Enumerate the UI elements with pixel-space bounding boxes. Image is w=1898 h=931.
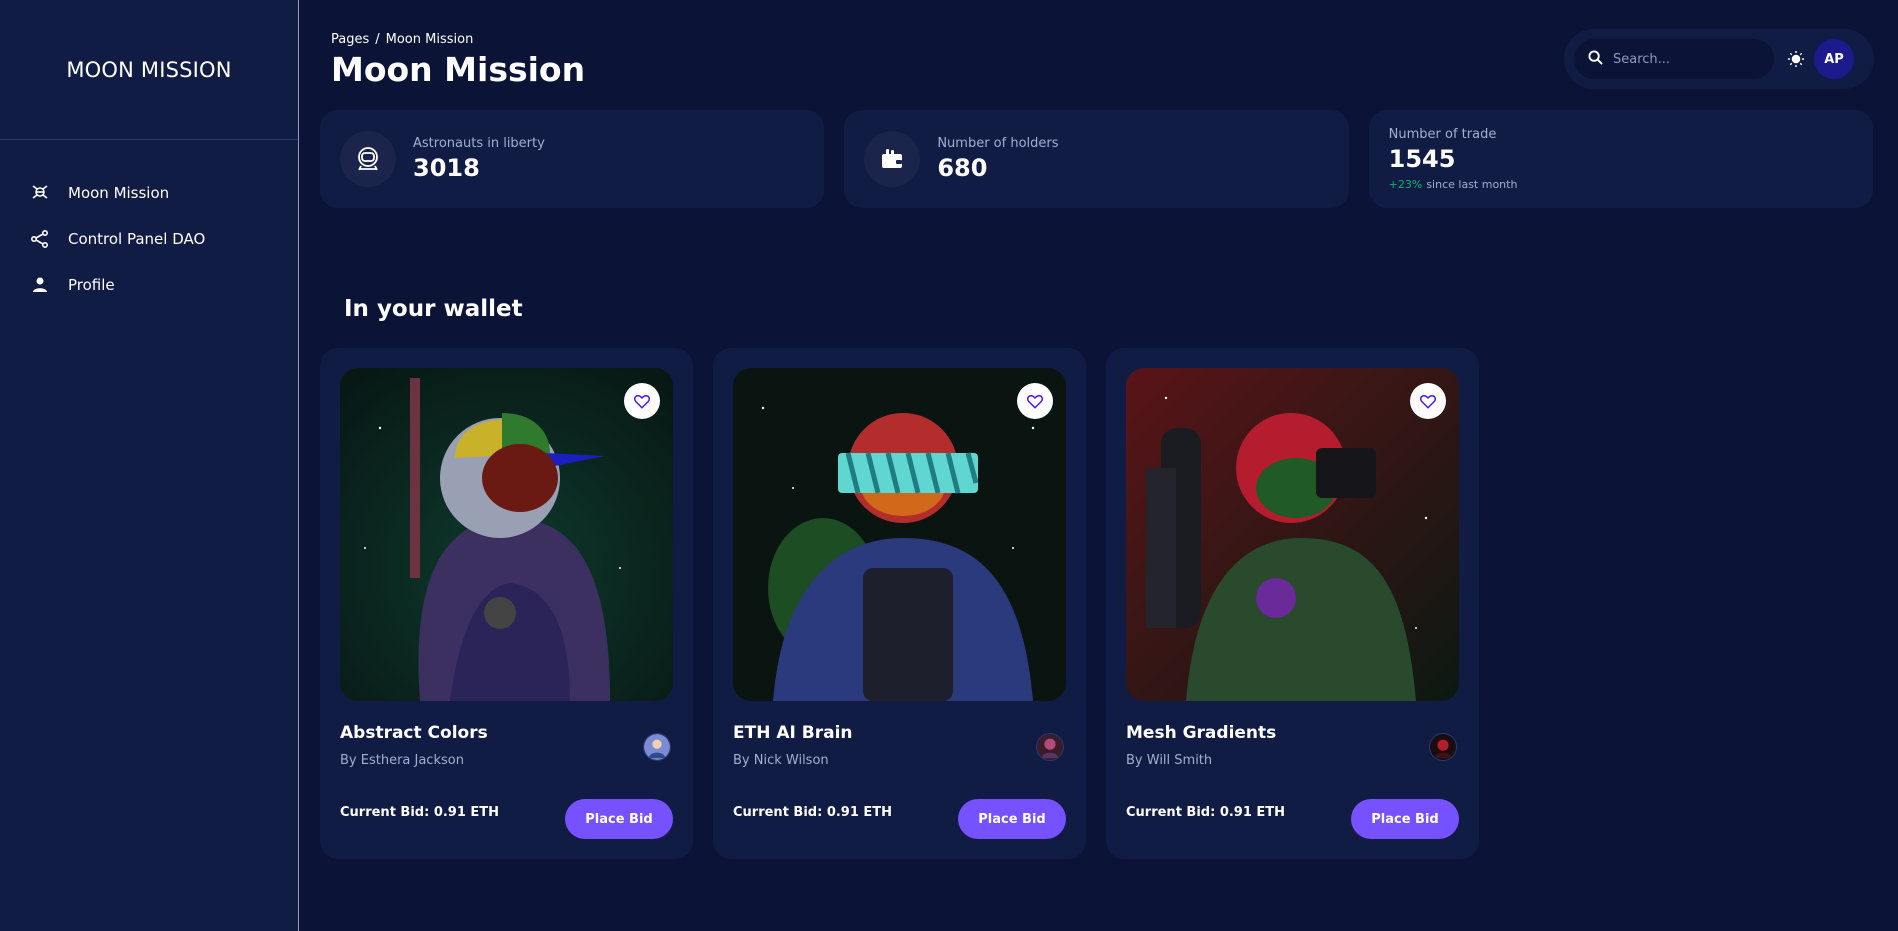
stat-value: 680 — [937, 154, 988, 182]
stat-value: 3018 — [413, 154, 480, 182]
nft-title[interactable]: Mesh Gradients — [1126, 723, 1459, 743]
sidebar-item-label: Moon Mission — [68, 184, 170, 202]
stat-card-holders: Number of holders 680 — [844, 110, 1349, 208]
stat-value: 1545 — [1388, 145, 1456, 173]
page-title: Moon Mission — [331, 50, 586, 89]
stat-label: Number of holders — [937, 136, 1059, 151]
search-icon — [1588, 49, 1603, 69]
nft-title[interactable]: Abstract Colors — [340, 723, 673, 743]
nft-image[interactable] — [340, 368, 673, 701]
section-title: In your wallet — [344, 296, 523, 322]
astronaut-helmet-icon — [340, 131, 396, 187]
sidebar-nav: Moon Mission Control Panel DAO Profile — [0, 140, 298, 308]
astronaut-icon — [30, 183, 50, 203]
nft-card: ETH AI Brain By Nick Wilson Current Bid:… — [713, 348, 1086, 859]
nft-card: Mesh Gradients By Will Smith Current Bid… — [1106, 348, 1479, 859]
current-bid: Current Bid: 0.91 ETH — [733, 804, 893, 820]
stats-row: Astronauts in liberty 3018 Number of hol… — [320, 110, 1873, 208]
person-icon — [30, 275, 50, 295]
creator-avatar[interactable] — [1036, 733, 1064, 761]
favorite-heart-icon[interactable] — [1017, 383, 1053, 419]
nft-card: Abstract Colors By Esthera Jackson Curre… — [320, 348, 693, 859]
sidebar-item-control-panel-dao[interactable]: Control Panel DAO — [0, 216, 298, 262]
brand-logo: MOON MISSION — [0, 0, 298, 140]
search-input[interactable] — [1613, 51, 1763, 67]
nft-author: By Will Smith — [1126, 753, 1213, 768]
user-avatar[interactable]: AP — [1814, 39, 1854, 79]
sidebar-item-moon-mission[interactable]: Moon Mission — [0, 170, 298, 216]
share-icon — [30, 229, 50, 249]
stat-card-astronauts: Astronauts in liberty 3018 — [320, 110, 825, 208]
breadcrumb-current[interactable]: Moon Mission — [386, 32, 474, 47]
nft-image[interactable] — [733, 368, 1066, 701]
stat-card-trades: Number of trade 1545 +23% since last mont… — [1368, 110, 1873, 208]
nft-card-footer: Current Bid: 0.91 ETH Place Bid — [733, 799, 1066, 839]
place-bid-button[interactable]: Place Bid — [958, 799, 1066, 839]
stat-label: Number of trade — [1388, 127, 1497, 142]
sidebar-item-profile[interactable]: Profile — [0, 262, 298, 308]
sidebar-item-label: Control Panel DAO — [68, 230, 206, 248]
place-bid-button[interactable]: Place Bid — [1351, 799, 1459, 839]
nft-author: By Nick Wilson — [733, 753, 829, 768]
nft-cards: Abstract Colors By Esthera Jackson Curre… — [320, 348, 1479, 859]
creator-avatar[interactable] — [1429, 733, 1457, 761]
breadcrumb: Pages / Moon Mission — [331, 32, 473, 47]
favorite-heart-icon[interactable] — [1410, 383, 1446, 419]
nft-author: By Esthera Jackson — [340, 753, 464, 768]
current-bid: Current Bid: 0.91 ETH — [1126, 804, 1286, 820]
sidebar: MOON MISSION Moon Mission Control Panel … — [0, 0, 299, 931]
stat-change-value: +23% — [1388, 178, 1423, 191]
nft-card-footer: Current Bid: 0.91 ETH Place Bid — [340, 799, 673, 839]
sidebar-item-label: Profile — [68, 276, 115, 294]
nft-card-footer: Current Bid: 0.91 ETH Place Bid — [1126, 799, 1459, 839]
nft-title[interactable]: ETH AI Brain — [733, 723, 1066, 743]
theme-toggle-sun-icon[interactable] — [1786, 49, 1806, 69]
main-content: Pages / Moon Mission Moon Mission AP — [300, 0, 1898, 931]
current-bid: Current Bid: 0.91 ETH — [340, 804, 500, 820]
breadcrumb-separator: / — [375, 32, 380, 47]
favorite-heart-icon[interactable] — [624, 383, 660, 419]
nft-image[interactable] — [1126, 368, 1459, 701]
stat-label: Astronauts in liberty — [413, 136, 545, 151]
creator-avatar[interactable] — [643, 733, 671, 761]
wallet-icon — [864, 131, 921, 187]
topbar: AP — [1564, 29, 1874, 89]
search-box — [1574, 39, 1774, 79]
stat-change-suffix: since last month — [1426, 178, 1518, 191]
stat-change: +23% since last month — [1389, 178, 1518, 191]
breadcrumb-root[interactable]: Pages — [331, 32, 369, 47]
place-bid-button[interactable]: Place Bid — [565, 799, 673, 839]
